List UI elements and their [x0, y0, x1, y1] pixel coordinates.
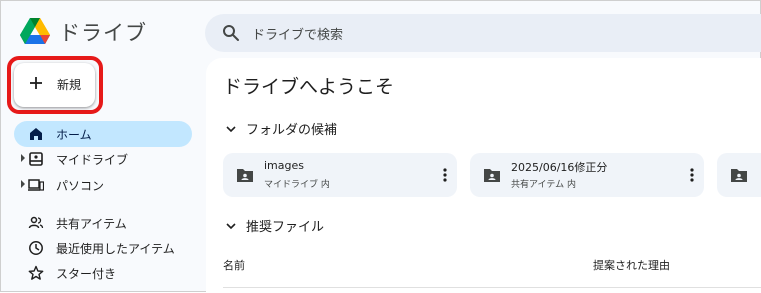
search-icon[interactable]	[222, 24, 240, 42]
star-icon	[28, 265, 44, 280]
chevron-down-icon[interactable]	[225, 220, 237, 232]
main-content: ドライブへようこそ フォルダの候補 images マイドライブ 内 2025/0…	[206, 58, 761, 293]
sidebar-item-label: 最近使用したアイテム	[56, 242, 175, 256]
sidebar-item-computers[interactable]: パソコン	[14, 172, 192, 198]
folder-location: 共有アイテム 内	[511, 180, 576, 190]
section-title: 推奨ファイル	[246, 220, 325, 235]
sidebar-item-my-drive[interactable]: マイドライブ	[14, 146, 192, 172]
folders-section-header[interactable]: フォルダの候補	[223, 119, 423, 139]
sidebar-item-label: ホーム	[56, 128, 92, 142]
shared-icon	[28, 216, 44, 229]
drive-app: ドライブ ドライブで検索 新規 ホーム マイドライブ パソコン 共有アイテム 最…	[1, 1, 761, 293]
my-drive-icon	[29, 152, 43, 166]
folder-location: マイドライブ 内	[264, 180, 330, 190]
folder-name: images	[264, 159, 304, 172]
section-title: フォルダの候補	[246, 123, 338, 138]
more-vert-icon[interactable]	[690, 167, 694, 183]
table-header: 名前 提案された理由	[223, 257, 761, 288]
more-vert-icon[interactable]	[443, 167, 447, 183]
new-button-label: 新規	[57, 78, 82, 92]
column-header-reason: 提案された理由	[593, 259, 670, 272]
folder-icon	[484, 169, 500, 182]
folder-name: 2025/06/16修正分	[511, 161, 608, 174]
drive-logo-icon[interactable]	[20, 18, 50, 45]
chevron-down-icon[interactable]	[225, 123, 237, 135]
folder-icon	[237, 169, 253, 182]
sidebar-item-shared[interactable]: 共有アイテム	[14, 210, 192, 236]
folder-icon	[731, 169, 747, 182]
files-section-header[interactable]: 推奨ファイル	[223, 216, 423, 236]
sidebar-item-recent[interactable]: 最近使用したアイテム	[14, 235, 192, 261]
page-title: ドライブへようこそ	[223, 76, 395, 98]
column-header-name[interactable]: 名前	[223, 257, 245, 273]
home-icon	[30, 128, 42, 140]
computer-icon	[28, 179, 44, 191]
search-bar[interactable]: ドライブで検索	[205, 14, 761, 52]
sidebar-item-label: パソコン	[56, 179, 105, 193]
app-title: ドライブ	[59, 21, 147, 45]
new-button[interactable]: 新規	[14, 63, 95, 107]
search-input[interactable]: ドライブで検索	[252, 24, 343, 43]
caret-right-icon[interactable]	[20, 154, 26, 162]
folder-card[interactable]: 2025/06/16修正分 共有アイテム 内	[470, 153, 704, 197]
caret-right-icon[interactable]	[20, 180, 26, 188]
plus-icon	[30, 77, 42, 89]
folder-card[interactable]	[717, 153, 761, 197]
sidebar-item-label: 共有アイテム	[56, 217, 127, 231]
sidebar-item-starred[interactable]: スター付き	[14, 260, 192, 286]
sidebar-item-label: マイドライブ	[56, 153, 129, 167]
sidebar-item-label: スター付き	[56, 267, 117, 281]
folder-card[interactable]: images マイドライブ 内	[223, 153, 457, 197]
clock-icon	[29, 241, 43, 255]
sidebar-item-home[interactable]: ホーム	[14, 121, 192, 147]
